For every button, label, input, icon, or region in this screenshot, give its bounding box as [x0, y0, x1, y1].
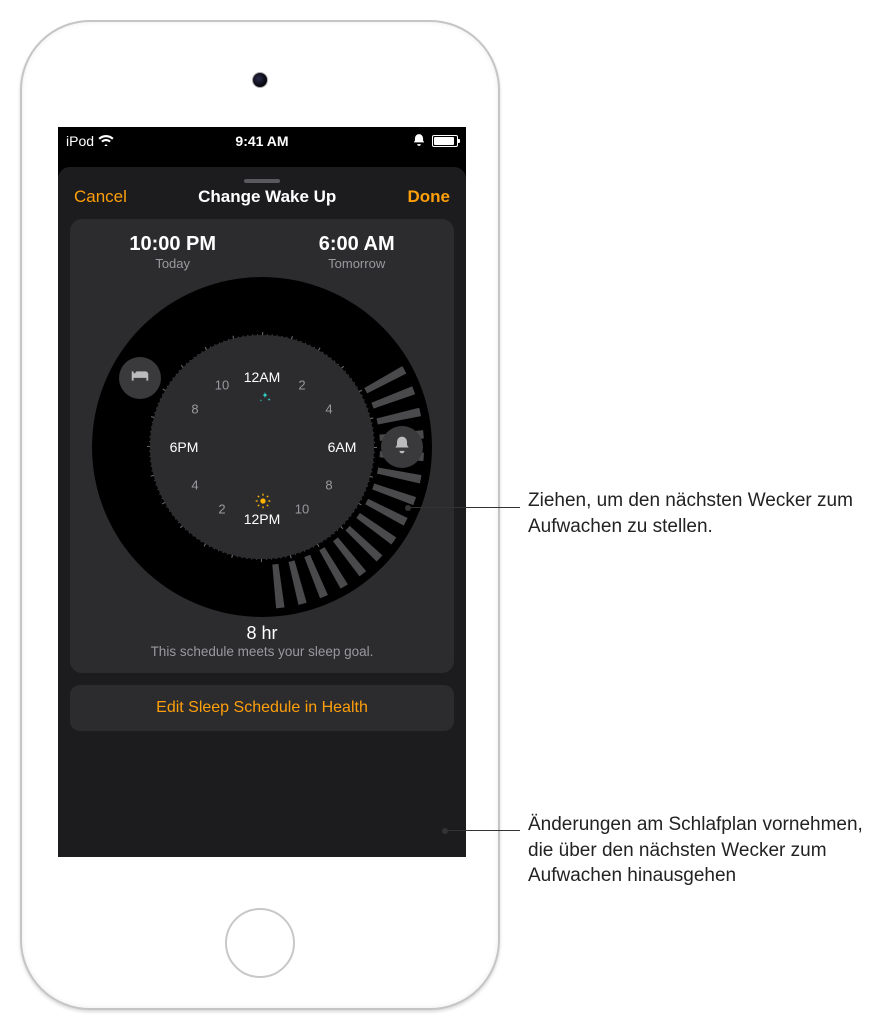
hour-8b: 8	[191, 402, 198, 417]
duration-sub: This schedule meets your sleep goal.	[78, 644, 446, 659]
screen: iPod 9:41 AM Cancel Change Wake Up Done	[58, 127, 466, 857]
sun-icon	[255, 493, 271, 514]
statusbar-time: 9:41 AM	[58, 133, 466, 149]
camera	[252, 72, 268, 88]
wake-block: 6:00 AM Tomorrow	[319, 233, 395, 271]
cancel-button[interactable]: Cancel	[74, 187, 127, 207]
hour-4: 4	[325, 402, 332, 417]
home-button[interactable]	[225, 908, 295, 978]
sleep-card: 10:00 PM Today 6:00 AM Tomorrow	[70, 219, 454, 673]
hour-10: 10	[295, 502, 309, 517]
callout-edit: Änderungen am Schlafplan vornehmen, die …	[528, 812, 878, 889]
hour-12am: 12AM	[244, 369, 281, 385]
duration-block: 8 hr This schedule meets your sleep goal…	[78, 623, 446, 659]
duration-value: 8 hr	[78, 623, 446, 644]
hour-6pm: 6PM	[170, 439, 199, 455]
status-bar: iPod 9:41 AM	[58, 127, 466, 155]
hour-4b: 4	[191, 478, 198, 493]
sheet-header: Cancel Change Wake Up Done	[58, 187, 466, 219]
wake-handle[interactable]	[381, 426, 423, 468]
bedtime-handle[interactable]	[119, 357, 161, 399]
sheet-grabber[interactable]	[244, 179, 280, 183]
bedtime-value: 10:00 PM	[129, 233, 216, 256]
wake-value: 6:00 AM	[319, 233, 395, 256]
hour-8: 8	[325, 478, 332, 493]
callout-wake: Ziehen, um den nächsten Wecker zum Aufwa…	[528, 488, 868, 539]
device-frame: iPod 9:41 AM Cancel Change Wake Up Done	[20, 20, 500, 1010]
done-button[interactable]: Done	[408, 187, 451, 207]
bell-icon	[392, 435, 412, 460]
sheet-title: Change Wake Up	[127, 187, 408, 207]
stars-icon	[258, 391, 272, 410]
bed-icon	[129, 365, 151, 392]
bedtime-day: Today	[129, 256, 216, 271]
sheet: Cancel Change Wake Up Done 10:00 PM Toda…	[58, 167, 466, 857]
hour-6am: 6AM	[328, 439, 357, 455]
hour-10b: 10	[215, 378, 229, 393]
hour-2b: 2	[218, 502, 225, 517]
callout-line-wake	[408, 507, 520, 508]
bedtime-block: 10:00 PM Today	[129, 233, 216, 271]
battery-icon	[432, 135, 458, 147]
wake-day: Tomorrow	[319, 256, 395, 271]
hour-2: 2	[298, 378, 305, 393]
callout-line-edit	[445, 830, 520, 831]
edit-sleep-schedule-button[interactable]: Edit Sleep Schedule in Health	[70, 685, 454, 731]
sleep-dial[interactable]: 12AM 2 4 6AM 8 10 12PM 2 4 6PM 8 10	[92, 277, 432, 617]
